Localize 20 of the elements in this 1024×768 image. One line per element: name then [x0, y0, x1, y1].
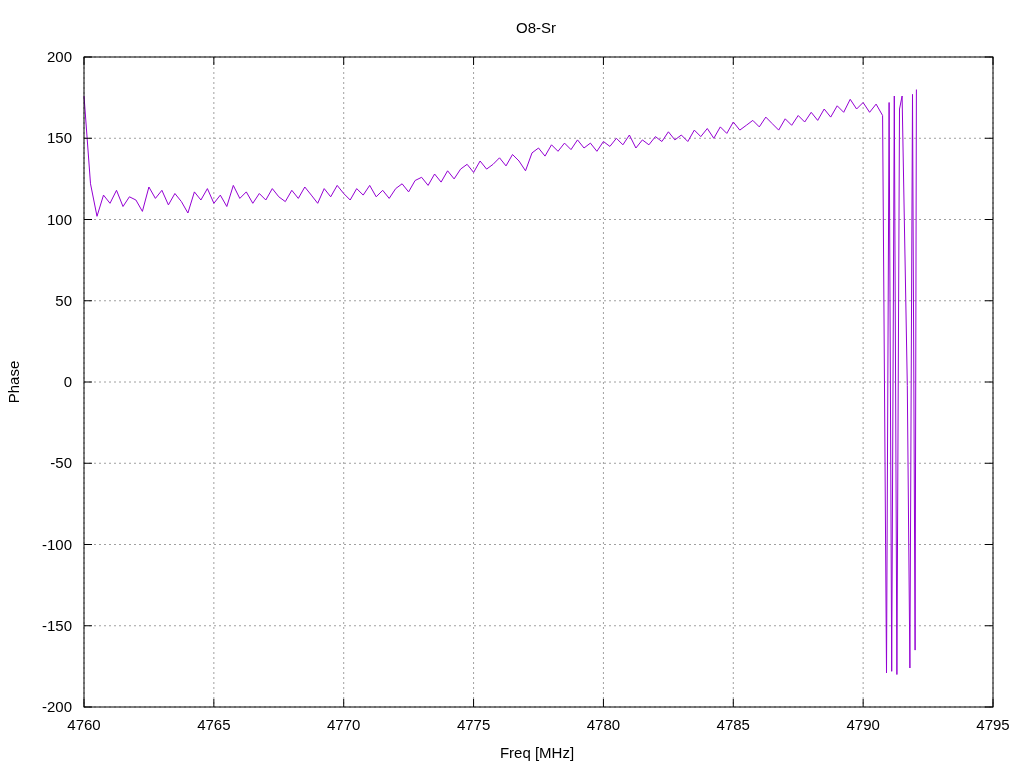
x-axis-label: Freq [MHz]: [499, 744, 575, 761]
x-tick-label: 4795: [976, 716, 1010, 733]
x-tick-label: 4780: [586, 716, 621, 733]
y-tick-label: -200: [41, 698, 72, 715]
y-tick-label: 0: [63, 373, 72, 390]
y-tick-label: -50: [50, 454, 72, 472]
y-tick-label: -100: [41, 535, 72, 553]
y-axis-label: Phase: [5, 360, 22, 404]
x-tick-label: 4765: [197, 716, 231, 733]
x-tick-label: 4770: [327, 716, 361, 733]
x-tick-label: 4760: [67, 716, 101, 733]
x-tick-label: 4775: [456, 716, 491, 733]
x-tick-label: 4790: [846, 716, 880, 733]
y-tick-label: 50: [55, 291, 72, 309]
y-tick-label: 100: [46, 210, 72, 228]
x-tick-label: 4785: [716, 716, 750, 733]
y-tick-label: -150: [41, 616, 72, 634]
chart-title: O8-Sr: [516, 19, 556, 36]
y-tick-label: 200: [46, 48, 72, 65]
y-tick-label: 150: [46, 129, 72, 147]
